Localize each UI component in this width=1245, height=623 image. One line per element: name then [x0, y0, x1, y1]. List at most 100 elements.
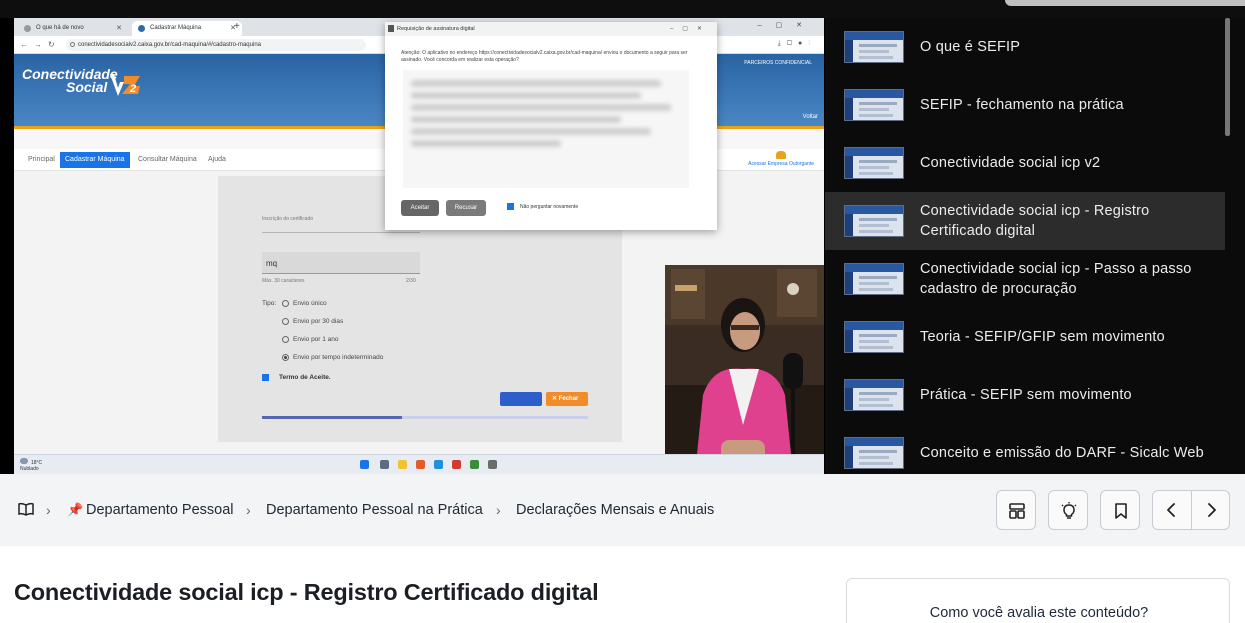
- layout-icon: [1009, 503, 1025, 519]
- playlist-item[interactable]: O que é SEFIP: [825, 18, 1225, 76]
- radio-icon: [282, 336, 289, 343]
- breadcrumb-item-2[interactable]: Declarações Mensais e Anuais: [516, 502, 714, 518]
- dialog-dont-ask: Não perguntar novamente: [507, 203, 578, 210]
- windows-taskbar: 18°C Nublado: [14, 454, 824, 474]
- office-icon: [416, 460, 425, 469]
- previous-lesson-button[interactable]: [1153, 491, 1191, 529]
- users-icon: [776, 151, 787, 159]
- machine-name-field: mq: [262, 252, 420, 274]
- lesson-thumbnail: [844, 437, 904, 469]
- playlist-item[interactable]: Conectividade social icp v2: [825, 134, 1225, 192]
- site-nav-principal: Principal: [28, 156, 55, 163]
- pin-icon: 📌: [67, 502, 84, 517]
- chevron-right-icon: ›: [496, 502, 501, 518]
- tab-favicon-icon: [138, 25, 145, 32]
- breadcrumb-item-1[interactable]: Departamento Pessoal na Prática: [266, 502, 483, 518]
- radio-icon: [282, 300, 289, 307]
- cert-label: Inscrição do certificado: [262, 216, 314, 222]
- playlist-item-title: Prática - SEFIP sem movimento: [920, 387, 1132, 403]
- radio-envio-unico: Envio único: [282, 300, 327, 307]
- book-icon[interactable]: [18, 502, 34, 516]
- dialog-accept-button: Aceitar: [401, 200, 439, 216]
- windows-start-icon: [360, 460, 369, 469]
- radio-envio-1ano: Envio por 1 ano: [282, 336, 339, 343]
- chrome-icon: [470, 460, 479, 469]
- playlist-item[interactable]: Conceito e emissão do DARF - Sicalc Web: [825, 424, 1225, 474]
- radio-envio-indeterminado: Envio por tempo indeterminado: [282, 354, 383, 361]
- playlist-item-title: SEFIP - fechamento na prática: [920, 97, 1124, 113]
- tab-close-icon: ✕: [116, 25, 122, 32]
- site-user: Acessar Empresa Outorgante: [748, 151, 814, 167]
- playlist-item[interactable]: SEFIP - fechamento na prática: [825, 76, 1225, 134]
- site-info-icon: [70, 42, 75, 47]
- next-lesson-button[interactable]: [1192, 491, 1230, 529]
- cert-field-line: [262, 232, 420, 233]
- playlist-item-title: Conectividade social icp - Passo a passo…: [920, 261, 1192, 297]
- url-text: conectividadesocialv2.caixa.gov.br/cad-m…: [78, 42, 261, 48]
- breadcrumb-item-0[interactable]: Departamento Pessoal: [86, 502, 234, 518]
- svg-text:2: 2: [129, 83, 136, 95]
- tab-favicon-icon: [24, 25, 31, 32]
- dialog-message: Atenção: O aplicativo no endereço https:…: [401, 50, 688, 63]
- radio-label: Envio por tempo indeterminado: [293, 354, 384, 362]
- app-root: O que há de novo ✕ Cadastrar Máquina ✕ +…: [0, 0, 1245, 623]
- lesson-thumbnail: [844, 263, 904, 295]
- dialog-title: Requisição de assinatura digital: [397, 26, 475, 32]
- browser-tab-label: O que há de novo: [36, 25, 84, 31]
- chevron-right-icon: ›: [246, 502, 251, 518]
- dialog-titlebar: Requisição de assinatura digital –▢✕: [385, 22, 717, 36]
- lesson-thumbnail: [844, 321, 904, 353]
- document-icon: [388, 25, 394, 32]
- playlist-item[interactable]: Teoria - SEFIP/GFIP sem movimento: [825, 308, 1225, 366]
- bookmark-button[interactable]: [1100, 490, 1140, 530]
- browser-tab-label: Cadastrar Máquina: [150, 25, 202, 31]
- form-progress-bar: [262, 416, 588, 419]
- playlist-item[interactable]: Conectividade social icp - Passo a passo…: [825, 250, 1225, 308]
- site-voltar-link: Voltar: [802, 114, 818, 120]
- bookmark-icon: [1115, 503, 1127, 519]
- radio-icon: [282, 318, 289, 325]
- lesson-thumbnail: [844, 89, 904, 121]
- termo-label: Termo de Aceite.: [279, 374, 331, 382]
- breadcrumb-bar: › 📌 Departamento Pessoal › Departamento …: [0, 474, 1245, 546]
- lesson-thumbnail: [844, 379, 904, 411]
- window-controls-icon: –▢✕: [757, 22, 816, 29]
- rating-question: Como você avalia este conteúdo?: [929, 605, 1149, 621]
- signature-dialog: Requisição de assinatura digital –▢✕ Ate…: [385, 22, 717, 230]
- checkbox-checked-icon: [262, 374, 269, 381]
- field-counter: 2/30: [406, 278, 416, 284]
- firefox-icon: [452, 460, 461, 469]
- taskbar-weather: 18°C Nublado: [20, 458, 42, 472]
- page-scrollbar-thumb[interactable]: [1005, 0, 1245, 6]
- video-frame: O que há de novo ✕ Cadastrar Máquina ✕ +…: [14, 18, 824, 474]
- browser-toolbar-icons: ⤓▢●⋮: [777, 40, 816, 47]
- playlist-item-title: Teoria - SEFIP/GFIP sem movimento: [920, 329, 1165, 345]
- layout-button[interactable]: [996, 490, 1036, 530]
- rating-card: Como você avalia este conteúdo?: [846, 578, 1230, 623]
- playlist-item-active[interactable]: Conectividade social icp - Registro Cert…: [825, 192, 1225, 250]
- presenter-webcam: [665, 265, 824, 474]
- checkbox-checked-icon: [507, 203, 514, 210]
- chevron-left-icon: [1167, 503, 1175, 517]
- presenter-image: [665, 265, 824, 474]
- site-nav-consultar: Consultar Máquina: [138, 156, 197, 163]
- conectividade-logo: Conectividade Social 2: [22, 67, 140, 96]
- tips-button[interactable]: [1048, 490, 1088, 530]
- site-user-label: Acessar Empresa Outorgante: [748, 161, 814, 167]
- playlist-item-title: Conceito e emissão do DARF - Sicalc Web: [920, 445, 1204, 461]
- playlist-item[interactable]: Prática - SEFIP sem movimento: [825, 366, 1225, 424]
- site-header-label: PARCEIROS CONFIDENCIAL: [744, 60, 812, 66]
- url-field: conectividadesocialv2.caixa.gov.br/cad-m…: [66, 39, 366, 51]
- video-player[interactable]: O que há de novo ✕ Cadastrar Máquina ✕ +…: [0, 18, 825, 474]
- top-strip: [0, 0, 1245, 18]
- weather-label: Nublado: [20, 466, 39, 472]
- edge-icon: [434, 460, 443, 469]
- radio-label: Envio por 30 dias: [293, 318, 344, 326]
- cloud-icon: [20, 458, 28, 464]
- v2-logo-icon: 2: [110, 74, 140, 96]
- dont-ask-label: Não perguntar novamente: [520, 203, 579, 210]
- lesson-nav-buttons: [1152, 490, 1230, 530]
- radio-selected-icon: [282, 354, 289, 361]
- playlist-item-title: Conectividade social icp - Registro Cert…: [920, 203, 1150, 239]
- playlist-scrollbar[interactable]: [1225, 18, 1230, 136]
